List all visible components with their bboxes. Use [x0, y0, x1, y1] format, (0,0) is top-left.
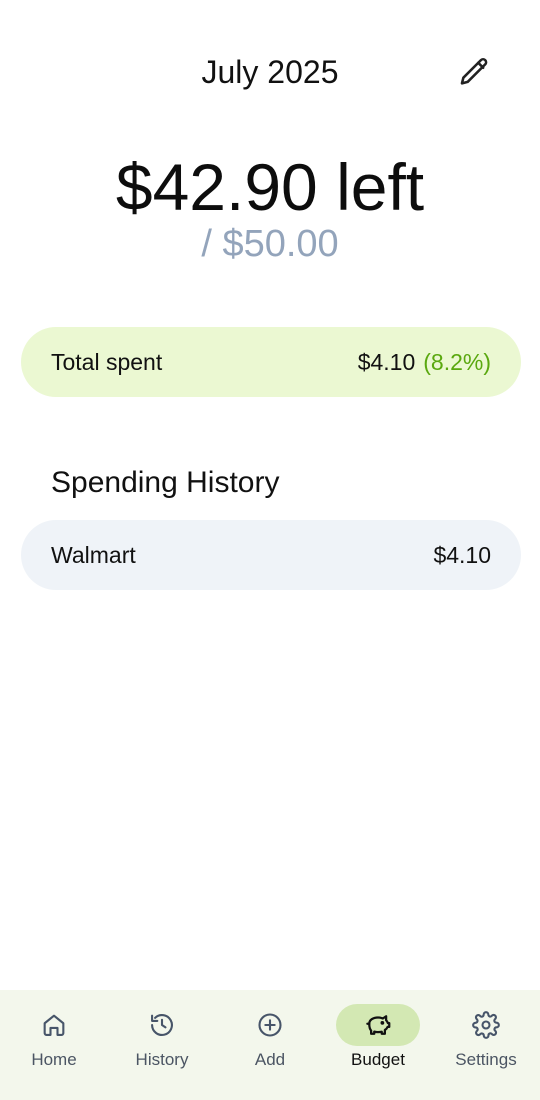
nav-label-home: Home: [31, 1050, 77, 1069]
add-circle-icon: [256, 1011, 284, 1039]
spending-history-list: Walmart $4.10: [21, 520, 521, 590]
home-icon: [40, 1011, 68, 1039]
pencil-icon: [457, 55, 491, 89]
nav-active-indicator: [336, 1004, 420, 1046]
nav-item-add[interactable]: Add: [216, 990, 324, 1100]
nav-item-home[interactable]: Home: [0, 990, 108, 1100]
nav-item-history[interactable]: History: [108, 990, 216, 1100]
bottom-navigation: Home History Add Budget Settings: [0, 990, 540, 1100]
total-spent-label: Total spent: [51, 348, 163, 375]
nav-label-settings: Settings: [455, 1050, 517, 1069]
nav-label-add: Add: [254, 1050, 286, 1069]
budget-total: / $50.00: [201, 223, 339, 265]
edit-budget-button[interactable]: [454, 52, 494, 92]
list-item-merchant: Walmart: [51, 541, 136, 568]
total-spent-percent: (8.2%): [423, 348, 491, 375]
history-icon: [148, 1011, 176, 1039]
list-item[interactable]: Walmart $4.10: [21, 520, 521, 590]
spending-history-heading: Spending History: [51, 466, 280, 499]
total-spent-card: Total spent $4.10 (8.2%): [21, 327, 521, 397]
budget-summary: $42.90 left / $50.00: [0, 150, 540, 266]
remaining-amount: $42.90 left: [115, 150, 425, 224]
nav-item-settings[interactable]: Settings: [432, 990, 540, 1100]
header: July 2025: [0, 0, 540, 140]
list-item-amount: $4.10: [433, 541, 491, 568]
total-spent-amount: $4.10: [357, 348, 416, 375]
gear-icon: [472, 1011, 500, 1039]
nav-label-budget: Budget: [351, 1050, 405, 1069]
nav-label-history: History: [135, 1050, 189, 1069]
nav-item-budget[interactable]: Budget: [324, 990, 432, 1100]
total-spent-values: $4.10 (8.2%): [358, 349, 491, 376]
piggy-bank-icon: [363, 1010, 393, 1040]
